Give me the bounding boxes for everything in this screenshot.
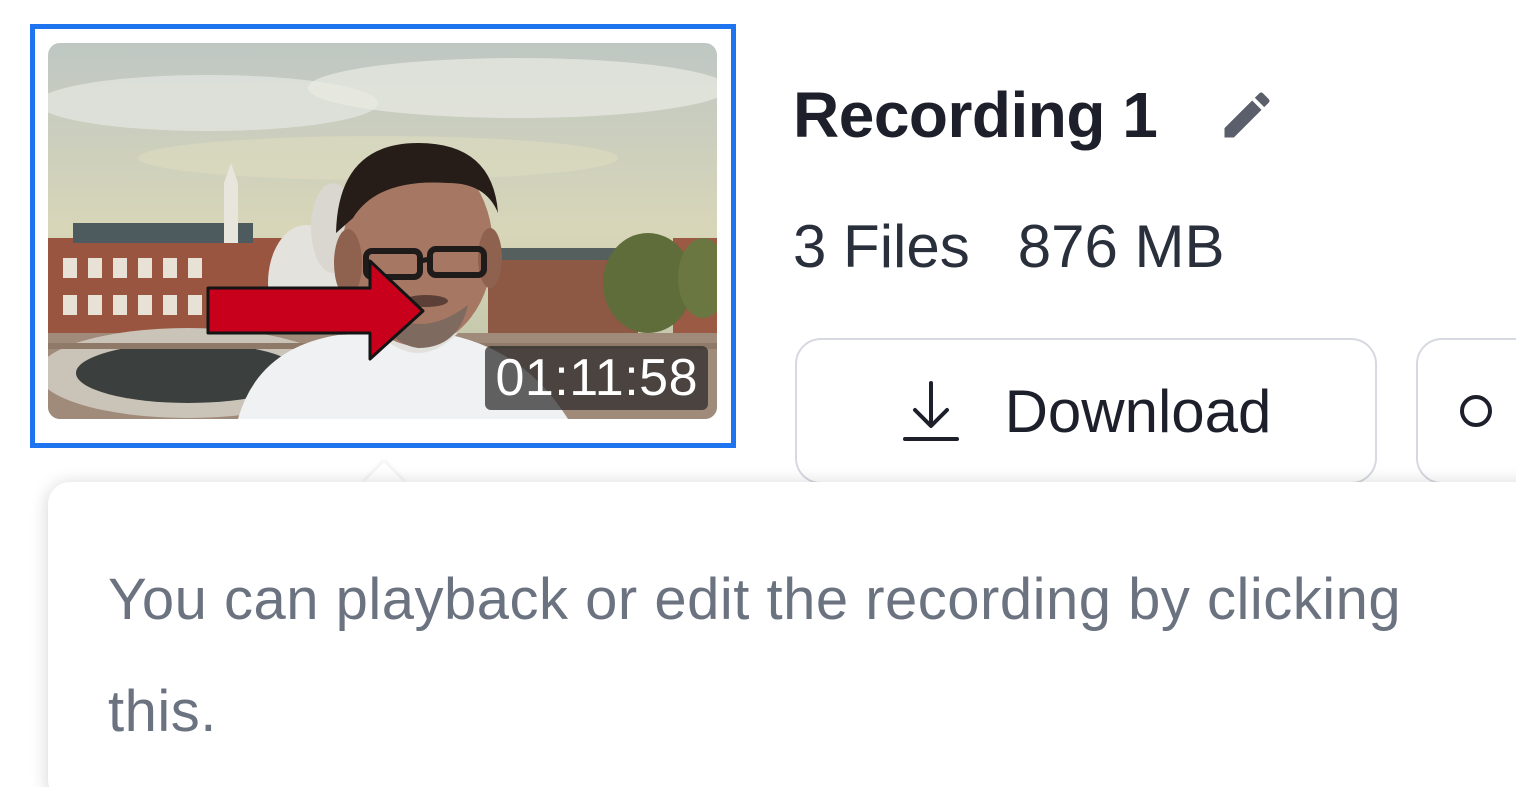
file-size: 876 MB — [1017, 213, 1225, 280]
title-row: Recording 1 — [793, 70, 1281, 160]
recording-title: Recording 1 — [793, 79, 1158, 151]
more-button[interactable] — [1416, 338, 1516, 484]
file-count: 3 Files — [793, 213, 970, 280]
duration-badge: 01:11:58 — [485, 346, 708, 410]
download-icon — [902, 381, 959, 441]
onboarding-tooltip: You can playback or edit the recording b… — [48, 482, 1516, 787]
download-button[interactable]: Download — [795, 338, 1377, 484]
tooltip-text: You can playback or edit the recording b… — [108, 567, 1402, 744]
recording-card: 01:11:58 Recording 1 3 Files 876 MB Downl… — [0, 0, 1516, 787]
tooltip-pointer — [362, 462, 406, 484]
thumbnail-highlight: 01:11:58 — [30, 24, 736, 448]
more-icon — [1460, 395, 1492, 427]
recording-meta: 3 Files 876 MB — [793, 212, 1225, 281]
pencil-icon[interactable] — [1217, 83, 1281, 147]
download-label: Download — [1004, 377, 1272, 445]
recording-thumbnail[interactable]: 01:11:58 — [48, 43, 717, 419]
